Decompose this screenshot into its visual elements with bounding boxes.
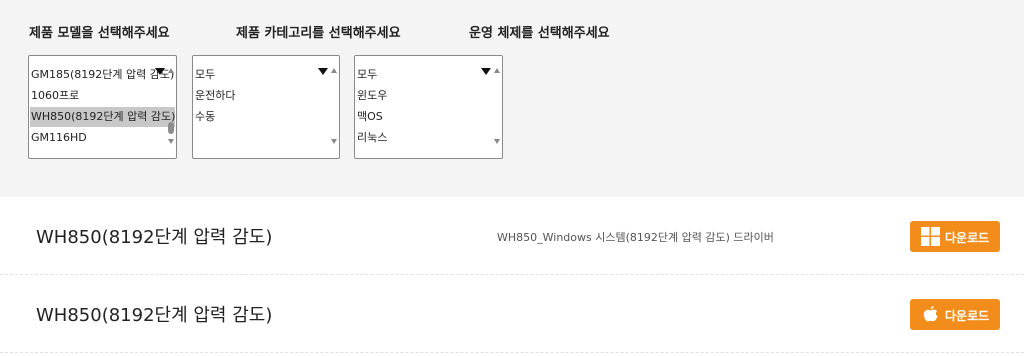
- model-filter-label: 제품 모델을 선택해주세요: [29, 26, 170, 41]
- windows-icon: [921, 227, 940, 249]
- product-title: WH850(8192단계 압력 감도): [36, 305, 273, 326]
- driver-description: WH850_Windows 시스템(8192단계 압력 감도) 드라이버: [497, 231, 774, 244]
- download-button-label: 다운로드: [945, 309, 990, 323]
- scroll-down-icon[interactable]: [494, 139, 500, 144]
- download-row: WH850(8192단계 압력 감도) 다운로드: [0, 275, 1024, 353]
- scroll-down-icon[interactable]: [168, 139, 174, 144]
- download-button-label: 다운로드: [945, 231, 990, 245]
- os-filter-label: 운영 체제를 선택해주세요: [469, 26, 610, 41]
- os-option[interactable]: 모두: [356, 65, 377, 85]
- download-button[interactable]: 다운로드: [910, 221, 1000, 252]
- apple-icon: [921, 305, 940, 328]
- category-option[interactable]: 모두: [194, 65, 215, 85]
- scroll-up-icon[interactable]: [168, 68, 174, 73]
- model-option[interactable]: 1060프로: [30, 86, 79, 106]
- dropdown-arrow-icon[interactable]: [318, 68, 328, 75]
- scrollbar-thumb[interactable]: [168, 122, 174, 134]
- os-select[interactable]: 모두 윈도우 맥OS 리눅스: [354, 55, 503, 159]
- model-option[interactable]: GM185(8192단계 압력 감도): [30, 65, 174, 85]
- model-option[interactable]: GM116HD: [30, 128, 87, 148]
- filter-panel: 제품 모델을 선택해주세요 제품 카테고리를 선택해주세요 운영 체제를 선택해…: [0, 0, 1024, 197]
- category-filter-label: 제품 카테고리를 선택해주세요: [236, 26, 401, 41]
- product-title: WH850(8192단계 압력 감도): [36, 227, 273, 248]
- os-option[interactable]: 맥OS: [356, 107, 383, 127]
- model-select[interactable]: GM185(8192단계 압력 감도) 1060프로 WH850(8192단계 …: [28, 55, 177, 159]
- download-row: WH850(8192단계 압력 감도) WH850_Windows 시스템(81…: [0, 197, 1024, 275]
- download-button[interactable]: 다운로드: [910, 299, 1000, 330]
- scroll-up-icon[interactable]: [331, 68, 337, 73]
- category-option[interactable]: 운전하다: [194, 86, 235, 106]
- scroll-down-icon[interactable]: [331, 139, 337, 144]
- category-select[interactable]: 모두 운전하다 수동: [192, 55, 340, 159]
- dropdown-arrow-icon[interactable]: [481, 68, 491, 75]
- os-option[interactable]: 리눅스: [356, 128, 387, 148]
- dropdown-arrow-icon[interactable]: [155, 68, 165, 75]
- os-option[interactable]: 윈도우: [356, 86, 387, 106]
- category-option[interactable]: 수동: [194, 107, 215, 127]
- model-option-selected[interactable]: WH850(8192단계 압력 감도): [30, 107, 176, 127]
- scroll-up-icon[interactable]: [494, 68, 500, 73]
